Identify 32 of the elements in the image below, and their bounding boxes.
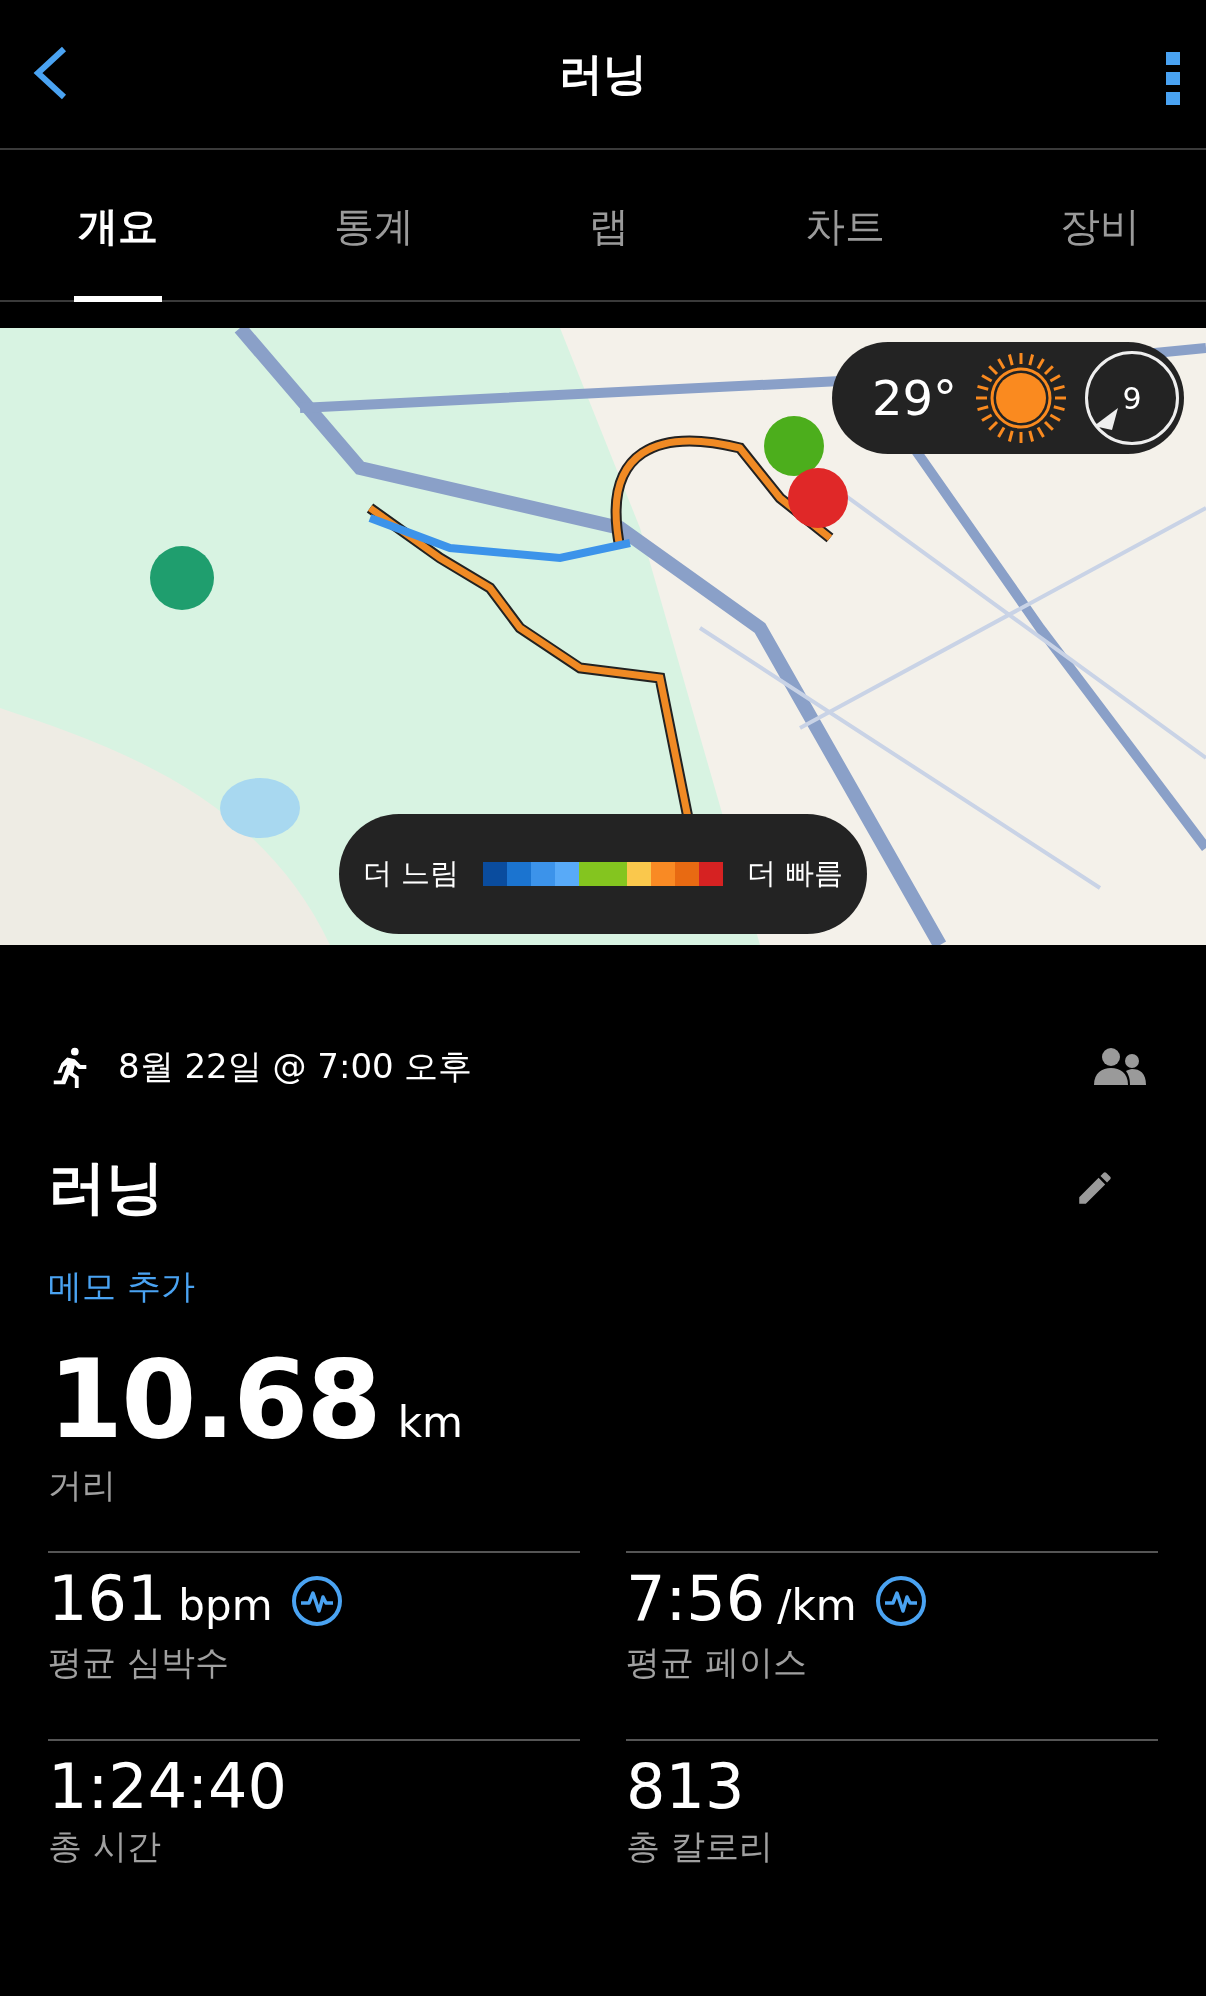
legend-label: 더 빠름 xyxy=(747,855,844,893)
stat-value: 161 xyxy=(48,1565,167,1634)
menu-button[interactable] xyxy=(1166,52,1180,106)
stat-value: 813 xyxy=(626,1753,745,1822)
legend-label: 더 느림 xyxy=(362,855,459,893)
stat-label: 총 칼로리 xyxy=(626,1825,774,1869)
activity-title: 러닝 xyxy=(48,1152,164,1223)
stat-label: 평균 페이스 xyxy=(626,1641,808,1684)
people-icon[interactable] xyxy=(1094,1046,1146,1087)
activity-date: 8월 22일 @ 7:00 오후 xyxy=(118,1045,473,1088)
stat-label: 총 시간 xyxy=(48,1825,162,1869)
stat-unit: bpm xyxy=(178,1580,273,1632)
chart-icon[interactable] xyxy=(290,1575,343,1627)
wind-speed: 9 xyxy=(1122,379,1142,418)
stat-unit: /km xyxy=(777,1580,857,1632)
stat-value: 1:24:40 xyxy=(48,1753,287,1822)
tab[interactable]: 차트 xyxy=(800,150,889,302)
tab[interactable]: 장비 xyxy=(1056,150,1144,302)
tab[interactable]: 통계 xyxy=(329,150,418,302)
chart-icon[interactable] xyxy=(874,1575,927,1627)
wind-arrow-icon xyxy=(1094,408,1119,430)
distance-unit: km xyxy=(397,1397,463,1449)
tab[interactable]: 개요 xyxy=(74,150,162,302)
stat-label: 평균 심박수 xyxy=(48,1641,230,1684)
add-memo-link[interactable]: 메모 추가 xyxy=(48,1266,195,1306)
distance-value: 10.68 xyxy=(48,1346,380,1454)
temperature: 29° xyxy=(872,369,958,428)
stat-value: 7:56 xyxy=(626,1565,766,1634)
sun-icon xyxy=(975,352,1068,444)
distance-label: 거리 xyxy=(48,1464,117,1507)
screen-title: 러닝 xyxy=(559,47,647,101)
tab[interactable]: 랩 xyxy=(585,150,633,302)
